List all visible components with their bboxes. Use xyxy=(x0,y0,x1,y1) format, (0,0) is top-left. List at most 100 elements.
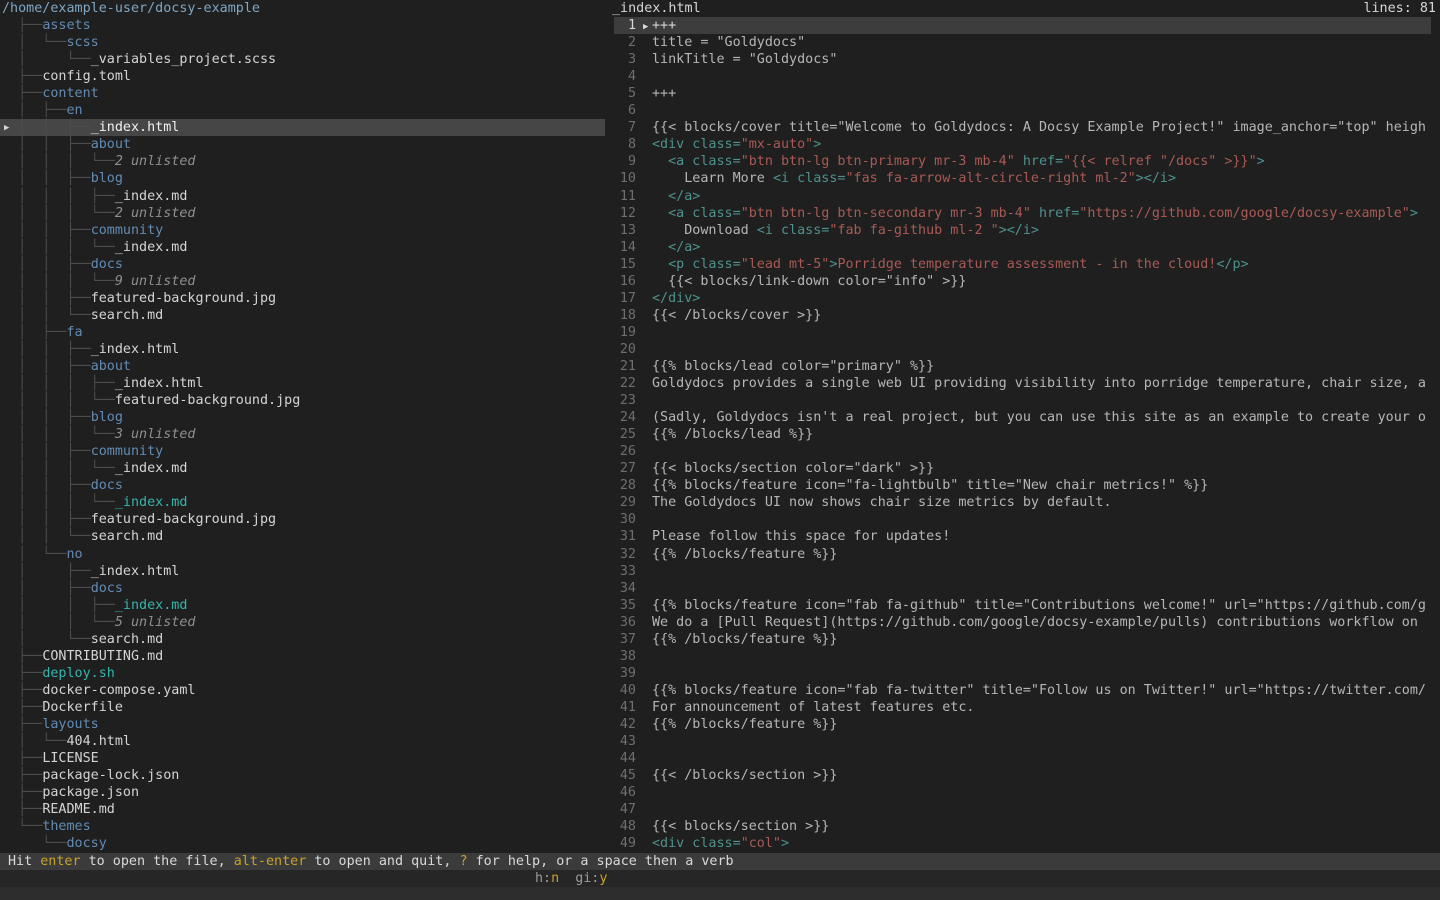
tree-row[interactable]: │ │ ├──community xyxy=(0,222,608,239)
code-segment: "btn btn-lg btn-primary mr-3 mb-4" xyxy=(741,154,1015,169)
code-segment: Download xyxy=(652,223,757,238)
tree-branch-lines: ├── xyxy=(2,768,42,783)
tree-row[interactable]: │ │ └──search.md xyxy=(0,528,608,545)
tree-row[interactable]: │ │ ├──about xyxy=(0,136,608,153)
tree-row[interactable]: │ │ ├──blog xyxy=(0,409,608,426)
code-text: Please follow this space for updates! xyxy=(652,529,950,544)
tree-row[interactable]: ▶ │ │ ├──_index.html xyxy=(0,119,608,136)
code-segment: <i class= xyxy=(773,171,846,186)
line-number: 21 xyxy=(608,358,636,375)
tree-entry-name: blog xyxy=(91,171,123,186)
tree-row[interactable]: │ │ ├──_index.html xyxy=(0,341,608,358)
command-input[interactable]: :e h:ngi:y xyxy=(0,870,1440,887)
tree-row[interactable]: │ │ ├──blog xyxy=(0,170,608,187)
tree-entry-name: _index.html xyxy=(91,120,180,135)
tree-row[interactable]: │ │ │ └──2 unlisted xyxy=(0,153,608,170)
code-segment: "fab fa-github ml-2 " xyxy=(829,223,998,238)
code-line: 21{{% blocks/lead color="primary" %}} xyxy=(608,358,1431,375)
code-line: 40{{% blocks/feature icon="fab fa-twitte… xyxy=(608,682,1431,699)
code-segment: <i class= xyxy=(757,223,830,238)
code-segment: "{{< relref "/docs" >}}" xyxy=(1063,154,1256,169)
line-number: 44 xyxy=(608,750,636,767)
mode-flags: h:n gi:y xyxy=(535,870,623,887)
tree-entry-name: scss xyxy=(67,35,99,50)
tree-row[interactable]: └──docsy xyxy=(0,835,608,852)
tree-row[interactable]: │ │ ├──docs xyxy=(0,256,608,273)
tree-row[interactable]: │ │ ├──community xyxy=(0,443,608,460)
code-line: 3linkTitle = "Goldydocs" xyxy=(608,51,1431,68)
tree-row[interactable]: │ ├──_index.html xyxy=(0,563,608,580)
tree-row[interactable]: ├──config.toml xyxy=(0,68,608,85)
tree-row[interactable]: ├──content xyxy=(0,85,608,102)
line-number: 46 xyxy=(608,784,636,801)
tree-row[interactable]: │ │ └──search.md xyxy=(0,307,608,324)
tree-branch-lines: │ └── xyxy=(2,52,91,67)
tree-row[interactable]: │ │ │ └──_index.md xyxy=(0,239,608,256)
tree-row[interactable]: ├──docker-compose.yaml xyxy=(0,682,608,699)
tree-branch-lines: │ │ ├── xyxy=(2,120,91,135)
flag-gitignore[interactable]: gi:y xyxy=(575,871,607,886)
code-text: {{% /blocks/feature %}} xyxy=(652,547,837,562)
tree-row[interactable]: ├──assets xyxy=(0,17,608,34)
line-number: 38 xyxy=(608,648,636,665)
tree-row[interactable]: ├──CONTRIBUTING.md xyxy=(0,648,608,665)
code-segment: "mx-auto" xyxy=(741,137,814,152)
tree-entry-name: _index.html xyxy=(91,342,180,357)
tree-row[interactable]: ├──LICENSE xyxy=(0,750,608,767)
flag-hidden[interactable]: h:n xyxy=(535,871,559,886)
tree-row[interactable]: │ └──no xyxy=(0,546,608,563)
tree-row[interactable]: ├──Dockerfile xyxy=(0,699,608,716)
line-number: 9 xyxy=(608,153,636,170)
tree-entry-name: content xyxy=(42,86,98,101)
tree-row[interactable]: ├──package-lock.json xyxy=(0,767,608,784)
tree-panel: /home/example-user/docsy-example ├──asse… xyxy=(0,0,608,852)
line-number: 4 xyxy=(608,68,636,85)
tree-row[interactable]: │ │ ├──featured-background.jpg xyxy=(0,290,608,307)
tree-branch-lines: ├── xyxy=(2,700,42,715)
line-number: 43 xyxy=(608,733,636,750)
code-line: 36We do a [Pull Request](https://github.… xyxy=(608,614,1431,631)
tree-row[interactable]: │ │ ├──docs xyxy=(0,477,608,494)
line-number: 12 xyxy=(608,205,636,222)
tree-entry-name: 2 unlisted xyxy=(115,206,196,221)
code-line: 39 xyxy=(608,665,1431,682)
tree-row[interactable]: │ │ │ └──9 unlisted xyxy=(0,273,608,290)
tree-row[interactable]: ├──layouts xyxy=(0,716,608,733)
tree-row[interactable]: ├──package.json xyxy=(0,784,608,801)
tree-row[interactable]: │ ├──en xyxy=(0,102,608,119)
code-line: 28{{% blocks/feature icon="fa-lightbulb"… xyxy=(608,477,1431,494)
tree-row[interactable]: ├──README.md xyxy=(0,801,608,818)
code-segment: +++ xyxy=(652,18,676,33)
tree-row[interactable]: │ └──scss xyxy=(0,34,608,51)
tree-row[interactable]: │ ├──fa xyxy=(0,324,608,341)
tree-row[interactable]: │ │ │ └──featured-background.jpg xyxy=(0,392,608,409)
tree-row[interactable]: │ │ │ └──3 unlisted xyxy=(0,426,608,443)
tree-row[interactable]: │ └──search.md xyxy=(0,631,608,648)
tree-row[interactable]: │ │ ├──_index.md xyxy=(0,597,608,614)
code-line: 34 xyxy=(608,580,1431,597)
tree-row[interactable]: │ └──_variables_project.scss xyxy=(0,51,608,68)
tree-row[interactable]: │ │ │ ├──_index.md xyxy=(0,188,608,205)
code-segment: We do a [Pull Request](https://github.co… xyxy=(652,615,1426,630)
tree-row[interactable]: │ │ └──5 unlisted xyxy=(0,614,608,631)
tree-row[interactable]: │ │ ├──featured-background.jpg xyxy=(0,511,608,528)
tree-row[interactable]: │ └──404.html xyxy=(0,733,608,750)
tree-branch-lines: ├── xyxy=(2,86,42,101)
root-path[interactable]: /home/example-user/docsy-example xyxy=(2,0,260,17)
tree-row[interactable]: └──themes xyxy=(0,818,608,835)
code-line: 7{{< blocks/cover title="Welcome to Gold… xyxy=(608,119,1431,136)
tree-row[interactable]: │ ├──docs xyxy=(0,580,608,597)
line-number: 7 xyxy=(608,119,636,136)
code-segment: "btn btn-lg btn-secondary mr-3 mb-4" xyxy=(741,206,1031,221)
code-line: 24(Sadly, Goldydocs isn't a real project… xyxy=(608,409,1431,426)
tree-row[interactable]: │ │ │ ├──_index.html xyxy=(0,375,608,392)
code-text: The Goldydocs UI now shows chair size me… xyxy=(652,495,1112,510)
line-number: 31 xyxy=(608,528,636,545)
tree-row[interactable]: │ │ │ └──_index.md xyxy=(0,494,608,511)
tree-row[interactable]: │ │ │ └──_index.md xyxy=(0,460,608,477)
line-number: 24 xyxy=(608,409,636,426)
tree-row[interactable]: ├──deploy.sh xyxy=(0,665,608,682)
code-line: 38 xyxy=(608,648,1431,665)
tree-row[interactable]: │ │ │ └──2 unlisted xyxy=(0,205,608,222)
tree-row[interactable]: │ │ ├──about xyxy=(0,358,608,375)
